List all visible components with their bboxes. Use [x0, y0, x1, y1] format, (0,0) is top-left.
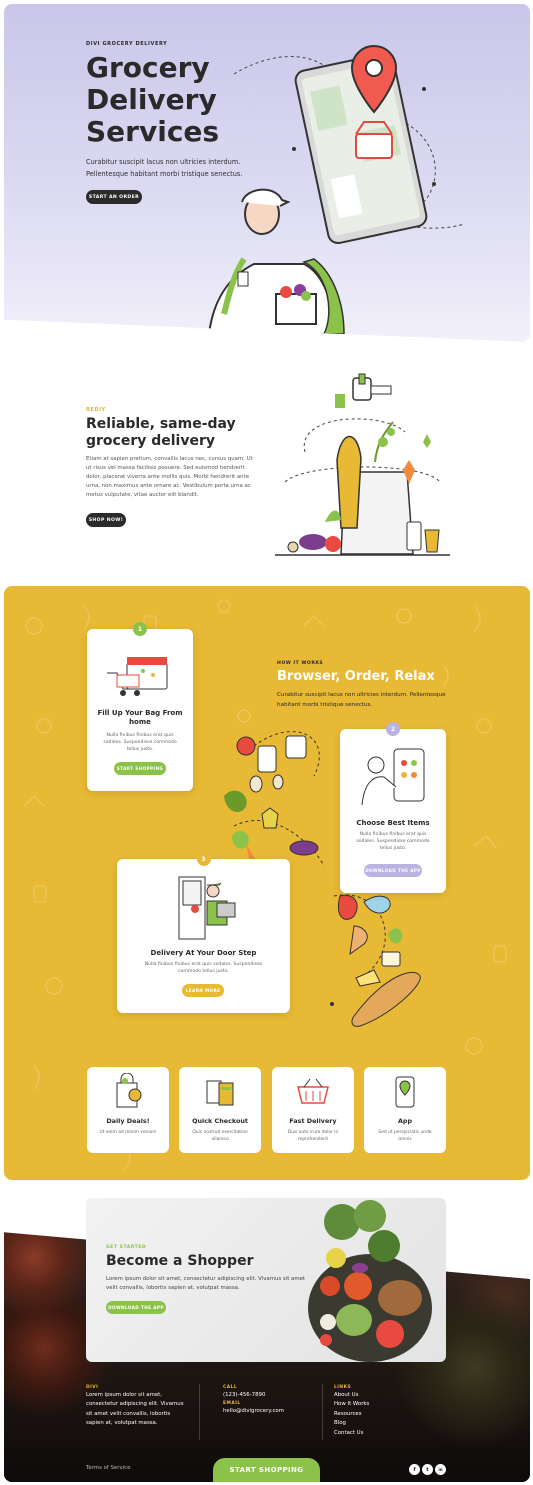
feature-text: Quis nostrud exercitation ullamco — [192, 1130, 248, 1142]
step-title: Choose Best Items — [356, 819, 430, 827]
footer-link-how[interactable]: How It Works — [334, 1400, 434, 1409]
feature-text: Sed ut perspiciatis unde omnis — [378, 1130, 432, 1142]
door-delivery-icon — [178, 876, 236, 940]
feature-text: Duis aute irure dolor in reprehenderit — [287, 1130, 339, 1142]
terms-of-service-link[interactable]: Terms of Service — [86, 1465, 130, 1471]
footer-contact: CALL (123)-456-7890 EMAIL hello@divigroc… — [223, 1384, 323, 1417]
feature-card-fast-delivery[interactable]: Fast Delivery Duis aute irure dolor in r… — [272, 1067, 354, 1153]
download-app-button[interactable]: DOWNLOAD THE APP — [364, 864, 422, 877]
footer-link-about[interactable]: About Us — [334, 1391, 434, 1400]
feature-title: App — [397, 1117, 413, 1125]
feature-card-app[interactable]: App Sed ut perspiciatis unde omnis — [364, 1067, 446, 1153]
step-card-2: 2 Choose Best Items Nulla finibus finibu… — [340, 722, 446, 893]
start-shopping-footer-button[interactable]: START SHOPPING — [213, 1458, 320, 1482]
footer-divider — [322, 1384, 323, 1440]
footer-label: EMAIL — [223, 1401, 241, 1407]
feature-title: Fast Delivery — [289, 1117, 337, 1125]
shopper-title: Become a Shopper — [106, 1253, 254, 1269]
shopping-bag-icon — [116, 1073, 142, 1108]
step-text: Nulla finibus finibus erat quis sodales.… — [356, 832, 430, 851]
footer-phone[interactable]: (123)-456-7890 — [223, 1391, 323, 1400]
step-text: Nulla finibus finibus erat quis sodales.… — [103, 733, 177, 752]
become-shopper-card: GET STARTED Become a Shopper Lorem ipsum… — [86, 1198, 446, 1362]
footer-about: DIVI Lorem ipsum dolor sit amet, consect… — [86, 1384, 186, 1429]
how-subtitle: Curabitur suscipit lacus non ultricies i… — [277, 692, 446, 708]
how-title: Browser, Order, Relax — [277, 669, 435, 684]
footer-links: LINKS About Us How It Works Resources Bl… — [334, 1384, 434, 1438]
grocery-bag-illustration — [275, 373, 450, 556]
hero-illustration — [207, 44, 465, 334]
hero-eyebrow: DIVI GROCERY DELIVERY — [86, 41, 168, 47]
step-number: 2 — [386, 722, 400, 736]
reliable-body: Etiam at sapien pretium, convallis lacus… — [86, 456, 253, 498]
footer-link-blog[interactable]: Blog — [334, 1419, 434, 1428]
feature-card-daily-deals[interactable]: Daily Deals! Ut enim ad minim veniam — [87, 1067, 169, 1153]
cards-icon — [206, 1080, 234, 1106]
footer-label: CALL — [223, 1385, 238, 1390]
feature-text: Ut enim ad minim veniam — [99, 1130, 157, 1135]
start-shopping-button[interactable]: START SHOPPING — [114, 762, 166, 775]
feature-card-quick-checkout[interactable]: Quick Checkout Quis nostrud exercitation… — [179, 1067, 261, 1153]
footer-divider — [199, 1384, 200, 1440]
feature-title: Daily Deals! — [106, 1117, 150, 1125]
start-order-button[interactable]: START AN ORDER — [86, 190, 142, 204]
feature-title: Quick Checkout — [192, 1117, 248, 1125]
vegetable-basket-image — [308, 1200, 432, 1362]
how-it-works-section: HOW IT WORKS Browser, Order, Relax Curab… — [4, 586, 530, 1180]
footer-about-text: Lorem ipsum dolor sit amet, consectetur … — [86, 1392, 184, 1427]
footer-email[interactable]: hello@divigrocery.com — [223, 1407, 323, 1416]
download-app-button[interactable]: DOWNLOAD THE APP — [106, 1301, 166, 1314]
learn-more-button[interactable]: LEARN MORE — [182, 984, 224, 997]
twitter-icon[interactable]: t — [422, 1464, 433, 1475]
step-card-3: 3 Delivery At Your Door Step Nulla finib… — [117, 852, 290, 1013]
facebook-icon[interactable]: f — [409, 1464, 420, 1475]
reliable-eyebrow: REDIY — [86, 407, 106, 413]
shop-now-button[interactable]: SHOP NOW! — [86, 513, 126, 527]
footer-label: DIVI — [86, 1385, 99, 1390]
basket-icon — [297, 1078, 329, 1104]
step-card-1: 1 Fill Up Your Bag From home Nulla finib… — [87, 622, 193, 791]
phone-shopping-icon — [361, 748, 425, 806]
shopper-text: Lorem ipsum dolor sit amet, consectetur … — [106, 1276, 306, 1291]
reliable-title: Reliable, same-day grocery delivery — [86, 416, 236, 449]
footer-label: LINKS — [334, 1385, 352, 1390]
how-eyebrow: HOW IT WORKS — [277, 661, 324, 666]
shopping-cart-laptop-icon — [107, 657, 168, 696]
step-title: Delivery At Your Door Step — [150, 949, 257, 957]
hero-section: DIVI GROCERY DELIVERY Grocery Delivery S… — [4, 4, 530, 342]
linkedin-icon[interactable]: in — [435, 1464, 446, 1475]
step-number: 3 — [196, 852, 211, 866]
footer-link-contact[interactable]: Contact Us — [334, 1429, 434, 1438]
footer-link-resources[interactable]: Resources — [334, 1410, 434, 1419]
step-number: 1 — [133, 622, 147, 636]
phone-icon — [395, 1076, 415, 1108]
step-text: Nulla finibus finibus erat quis sodales.… — [144, 962, 263, 974]
step-title: Fill Up Your Bag From home — [97, 709, 183, 726]
hero-title-line: Grocery — [86, 51, 210, 84]
shopper-eyebrow: GET STARTED — [106, 1245, 147, 1250]
